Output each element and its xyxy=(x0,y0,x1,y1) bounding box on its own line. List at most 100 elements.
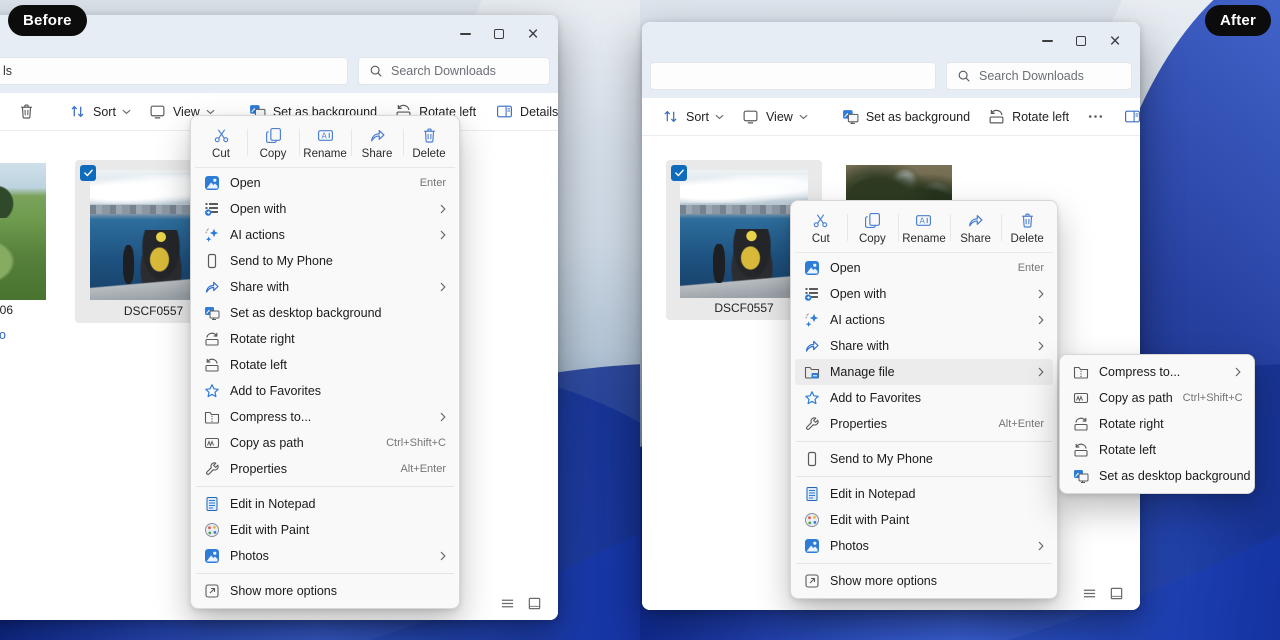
chevron-down-icon xyxy=(122,109,131,115)
address-bar[interactable] xyxy=(650,62,936,90)
menu-item[interactable] xyxy=(796,476,1052,477)
submenu-item[interactable]: Copy as path Ctrl+Shift+C xyxy=(1064,385,1250,411)
maximize-button[interactable] xyxy=(482,21,516,47)
grid-view-icon[interactable] xyxy=(1109,586,1124,601)
quick-action-button[interactable]: Delete xyxy=(1001,205,1053,250)
submenu-item[interactable]: Compress to... xyxy=(1064,359,1250,385)
menu-item-label: Show more options xyxy=(830,574,1044,588)
photo-icon xyxy=(204,175,220,191)
delete-icon xyxy=(1019,212,1036,229)
grid-view-icon[interactable] xyxy=(527,596,542,611)
menu-item[interactable]: Edit in Notepad xyxy=(195,491,455,517)
toolbar-button[interactable] xyxy=(10,97,43,126)
menu-item[interactable]: Rotate right xyxy=(195,326,455,352)
menu-item[interactable]: Send to My Phone xyxy=(795,446,1053,472)
menu-item[interactable]: Send to My Phone xyxy=(195,248,455,274)
context-menu-after: Cut Copy Rename Share Delete Open xyxy=(790,200,1058,599)
menu-item[interactable]: Add to Favorites xyxy=(195,378,455,404)
selection-checkbox[interactable] xyxy=(671,165,687,181)
quick-action-button[interactable]: Delete xyxy=(403,120,455,165)
after-badge: After xyxy=(1205,5,1271,36)
submenu-item[interactable]: Rotate right xyxy=(1064,411,1250,437)
photo-layer-tank xyxy=(713,244,725,282)
menu-item[interactable] xyxy=(796,441,1052,442)
menu-item-label: Photos xyxy=(230,549,430,563)
menu-item[interactable]: Edit in Notepad xyxy=(795,481,1053,507)
view-toggles xyxy=(500,596,542,611)
quick-action-button[interactable]: Cut xyxy=(195,120,247,165)
menu-item[interactable]: Share with xyxy=(195,274,455,300)
toolbar-button[interactable]: Details xyxy=(488,97,558,126)
address-bar[interactable]: ls xyxy=(0,57,348,85)
menu-item[interactable]: Add to Favorites xyxy=(795,385,1053,411)
menu-item[interactable] xyxy=(796,563,1052,564)
bg-icon xyxy=(842,108,859,125)
menu-item[interactable]: Properties Alt+Enter xyxy=(795,411,1053,437)
menu-item[interactable]: Show more options xyxy=(195,578,455,604)
toolbar-button[interactable]: Sort xyxy=(61,97,139,126)
search-input[interactable] xyxy=(391,64,539,78)
chevron-right-icon xyxy=(1038,367,1044,377)
search-box[interactable] xyxy=(358,57,550,85)
menu-item[interactable]: Photos xyxy=(795,533,1053,559)
toolbar-button[interactable]: Sort xyxy=(654,102,732,131)
minimize-icon xyxy=(460,33,471,35)
menu-item[interactable]: Compress to... xyxy=(195,404,455,430)
sort-icon xyxy=(662,108,679,125)
menu-item[interactable]: Open Enter xyxy=(195,170,455,196)
menu-item[interactable]: Open Enter xyxy=(795,255,1053,281)
quick-action-button[interactable]: Share xyxy=(950,205,1002,250)
photo-layer xyxy=(0,182,17,218)
rotate-left-icon xyxy=(988,108,1005,125)
menu-item[interactable]: Edit with Paint xyxy=(795,507,1053,533)
list-view-icon[interactable] xyxy=(1082,586,1097,601)
maximize-icon xyxy=(494,29,504,39)
file-name: 606 xyxy=(0,303,46,317)
search-input[interactable] xyxy=(979,69,1121,83)
submenu-item[interactable]: Set as desktop background xyxy=(1064,463,1250,489)
minimize-button[interactable] xyxy=(1030,28,1064,54)
menu-item-shortcut: Alt+Enter xyxy=(998,418,1044,430)
menu-item[interactable]: Manage file xyxy=(795,359,1053,385)
minimize-button[interactable] xyxy=(448,21,482,47)
quick-action-button[interactable]: Rename xyxy=(898,205,950,250)
menu-item[interactable]: Photos xyxy=(195,543,455,569)
menu-item[interactable]: Properties Alt+Enter xyxy=(195,456,455,482)
menu-item[interactable]: Rotate left xyxy=(195,352,455,378)
morebox-icon xyxy=(204,583,220,599)
menu-item[interactable]: Open with xyxy=(195,196,455,222)
menu-item[interactable]: Set as desktop background xyxy=(195,300,455,326)
search-box[interactable] xyxy=(946,62,1132,90)
maximize-button[interactable] xyxy=(1064,28,1098,54)
quick-action-button[interactable]: Copy xyxy=(847,205,899,250)
menu-item[interactable]: Show more options xyxy=(795,568,1053,594)
toolbar-button[interactable] xyxy=(1079,102,1112,131)
quick-action-button[interactable]: Copy xyxy=(247,120,299,165)
menu-item[interactable]: Open with xyxy=(795,281,1053,307)
toolbar-button[interactable]: Rotate left xyxy=(980,102,1077,131)
menu-item[interactable]: Edit with Paint xyxy=(195,517,455,543)
chevron-down-icon xyxy=(799,114,808,120)
menu-item[interactable] xyxy=(196,486,454,487)
submenu-item[interactable]: Rotate left xyxy=(1064,437,1250,463)
quick-action-label: Cut xyxy=(812,233,830,245)
close-button[interactable]: × xyxy=(516,21,550,47)
menu-item[interactable]: AI actions xyxy=(795,307,1053,333)
command-toolbar: Sort View Set as background Rotate xyxy=(642,98,1140,136)
close-button[interactable]: × xyxy=(1098,28,1132,54)
thumbnail-photo-partial[interactable] xyxy=(0,163,46,300)
quick-action-button[interactable]: Rename xyxy=(299,120,351,165)
menu-item[interactable]: Share with xyxy=(795,333,1053,359)
toolbar-button[interactable]: Set as background xyxy=(834,102,978,131)
photo-layer-vest xyxy=(148,245,171,274)
list-view-icon[interactable] xyxy=(500,596,515,611)
wrench-icon xyxy=(804,416,820,432)
toolbar-button[interactable]: View xyxy=(734,102,816,131)
quick-action-button[interactable]: Cut xyxy=(795,205,847,250)
toolbar-button[interactable]: Details xyxy=(1116,102,1140,131)
menu-item[interactable]: Copy as path Ctrl+Shift+C xyxy=(195,430,455,456)
menu-item[interactable]: AI actions xyxy=(195,222,455,248)
selection-checkbox[interactable] xyxy=(80,165,96,181)
menu-item[interactable] xyxy=(196,573,454,574)
quick-action-button[interactable]: Share xyxy=(351,120,403,165)
